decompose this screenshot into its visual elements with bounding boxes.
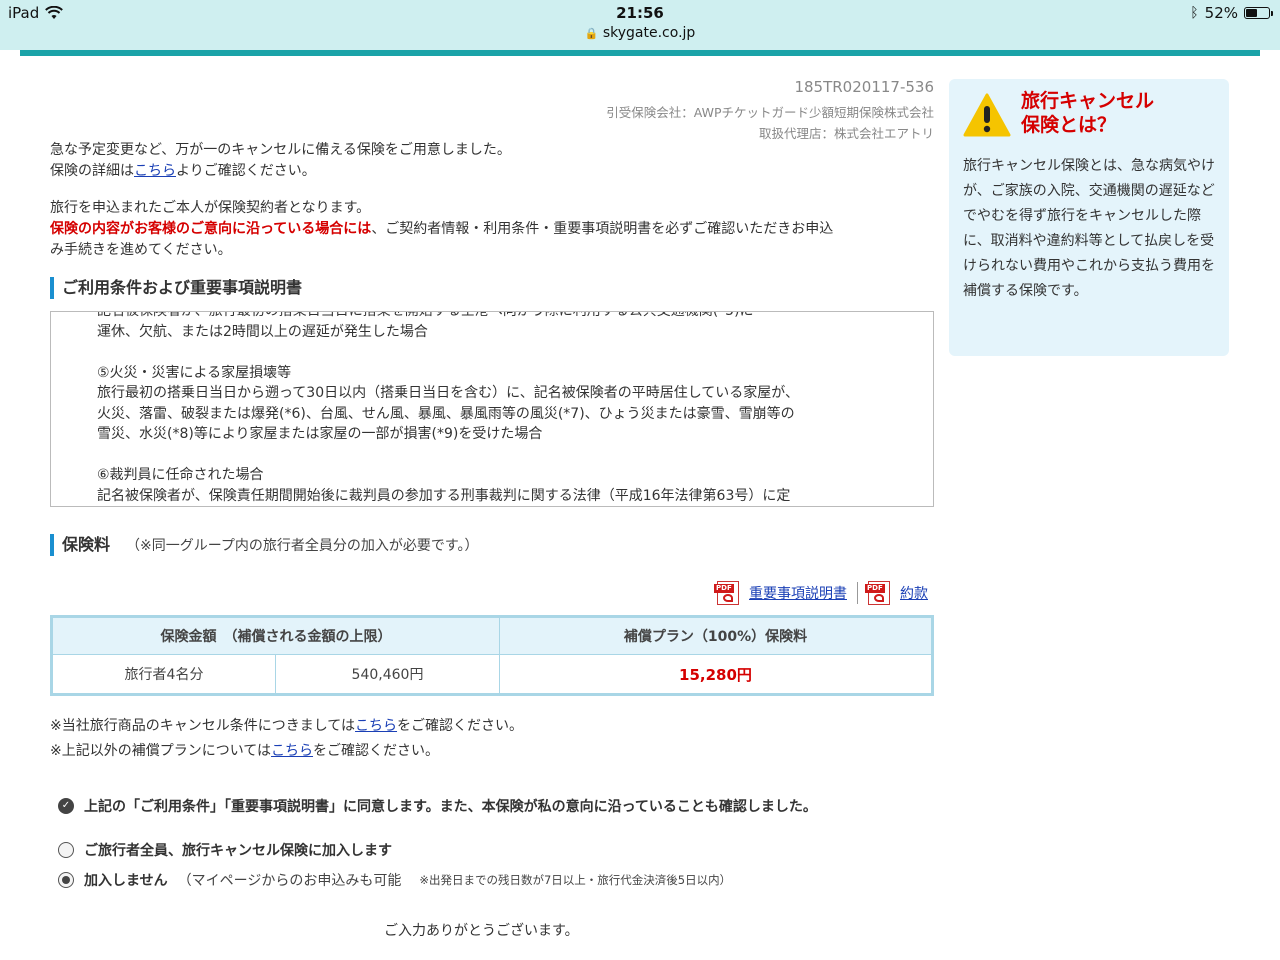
- pdf-links: PDF 重要事項説明書 PDF 約款: [714, 581, 928, 605]
- decline-sub: （マイページからのお申込みも可能: [177, 873, 402, 889]
- terms-line: 雪災、水災(*8)等により家屋または家屋の一部が損害(*9)を受けた場合: [97, 426, 543, 442]
- join-radio-row[interactable]: ご旅行者全員、旅行キャンセル保険に加入します: [58, 840, 392, 860]
- decline-condition: ※出発日までの残日数が7日以上・旅行代金決済後5日以内）: [419, 873, 732, 887]
- premium-section-title: 保険料 （※同一グループ内の旅行者全員分の加入が必要です。）: [50, 534, 479, 556]
- note-text: をご確認ください。: [397, 718, 524, 734]
- side-panel-title: 旅行キャンセル 保険とは？: [1021, 89, 1154, 137]
- link-separator: [857, 582, 858, 604]
- thanks-message: ご入力ありがとうございます。: [384, 923, 579, 939]
- intro-text: よりご確認ください。: [176, 163, 316, 179]
- note-text: ※上記以外の補償プランについては: [50, 743, 272, 759]
- intro-line-2: 保険の詳細はこちらよりご確認ください。: [50, 161, 316, 182]
- intro-text: 保険の詳細は: [50, 163, 134, 179]
- note-text: をご確認ください。: [313, 743, 440, 759]
- terms-text: 記名被保険者が、旅行最初の搭乗日当日に搭乗を開始する空港へ向かう際に利用する公共…: [97, 311, 917, 506]
- premium-table: 保険金額 （補償される金額の上限） 補償プラン（100%）保険料 旅行者4名分 …: [50, 615, 934, 696]
- check-icon[interactable]: ✓: [58, 798, 74, 814]
- agent-name: 取扱代理店：株式会社エアトリ: [758, 126, 934, 141]
- join-label: ご旅行者全員、旅行キャンセル保険に加入します: [84, 843, 392, 859]
- table-header-premium: 補償プラン（100%）保険料: [499, 616, 933, 655]
- side-title-line: 保険とは？: [1021, 114, 1117, 136]
- battery-icon: [1244, 7, 1273, 19]
- intro-line-5: み手続きを進めてください。: [50, 242, 232, 258]
- url-text: skygate.co.jp: [602, 25, 696, 41]
- terms-section-title: ご利用条件および重要事項説明書: [50, 277, 302, 299]
- terms-scroll-box[interactable]: 記名被保険者が、旅行最初の搭乗日当日に搭乗を開始する空港へ向かう際に利用する公共…: [50, 311, 934, 507]
- policy-pdf-link[interactable]: 約款: [900, 583, 928, 603]
- decline-label: 加入しません: [84, 873, 168, 889]
- other-plans-note: ※上記以外の補償プランについてはこちらをご確認ください。: [50, 741, 439, 762]
- agree-checkbox-row[interactable]: ✓ 上記の「ご利用条件」「重要事項説明書」に同意します。また、本保険が私の意向に…: [58, 796, 817, 816]
- warning-icon: [963, 93, 1011, 137]
- table-header-coverage: 保険金額 （補償される金額の上限）: [51, 616, 500, 655]
- terms-line: 記名被保険者が、保険責任期間開始後に裁判員の参加する刑事裁判に関する法律（平成1…: [97, 487, 791, 504]
- intro-line-3: 旅行を申込まれたご本人が保険契約者となります。: [50, 200, 371, 216]
- premium-amount-cell: 15,280円: [499, 654, 933, 695]
- header-accent-bar: [20, 50, 1260, 56]
- battery-percent: 52%: [1204, 4, 1238, 22]
- other-plans-link[interactable]: こちら: [271, 743, 313, 759]
- side-panel-body: 旅行キャンセル保険とは、急な病気やけが、ご家族の入院、交通機関の遅延などでやむを…: [963, 158, 1215, 299]
- details-link[interactable]: こちら: [134, 163, 176, 179]
- terms-line: ⑤火災・災害による家屋損壊等: [97, 364, 292, 381]
- terms-line: 記名被保険者が、旅行最初の搭乗日当日に搭乗を開始する空港へ向かう際に利用する公共…: [97, 311, 754, 319]
- intro-line-4: 保険の内容がお客様のご意向に沿っている場合には、ご契約者情報・利用条件・重要事項…: [50, 219, 934, 240]
- pdf-icon: PDF: [865, 581, 890, 605]
- status-right: ᛒ 52%: [1190, 4, 1273, 22]
- intro-warning: 保険の内容がお客様のご意向に沿っている場合には: [50, 221, 372, 237]
- travelers-cell: 旅行者4名分: [51, 654, 276, 695]
- cancel-conditions-link[interactable]: こちら: [355, 718, 397, 734]
- bluetooth-icon: ᛒ: [1190, 5, 1199, 21]
- join-radio[interactable]: [58, 842, 74, 858]
- note-text: ※当社旅行商品のキャンセル条件につきましては: [50, 718, 356, 734]
- status-bar: iPad 21:56 🔒 skygate.co.jp ᛒ 52%: [0, 0, 1280, 50]
- terms-blank-line: [97, 445, 917, 466]
- explanation-pdf-link[interactable]: 重要事項説明書: [749, 583, 847, 603]
- decline-radio-row[interactable]: 加入しません （マイページからのお申込みも可能 ※出発日までの残日数が7日以上・…: [58, 870, 731, 890]
- terms-line: 運休、欠航、または2時間以上の遅延が発生した場合: [97, 323, 428, 340]
- clock: 21:56: [616, 4, 664, 22]
- terms-blank-line: [97, 342, 917, 363]
- intro-text: 、ご契約者情報・利用条件・重要事項説明書を必ずご確認いただきお申込: [371, 221, 834, 237]
- decline-radio[interactable]: [58, 872, 74, 888]
- address-bar[interactable]: 🔒 skygate.co.jp: [0, 25, 1280, 41]
- premium-note: （※同一グループ内の旅行者全員分の加入が必要です。）: [126, 538, 479, 554]
- cancel-insurance-info-panel: 旅行キャンセル 保険とは？ 旅行キャンセル保険とは、急な病気やけが、ご家族の入院…: [949, 79, 1229, 356]
- terms-line: ⑥裁判員に任命された場合: [97, 467, 264, 483]
- cancel-conditions-note: ※当社旅行商品のキャンセル条件につきましてはこちらをご確認ください。: [50, 716, 523, 737]
- intro-line-1: 急な予定変更など、万が一のキャンセルに備える保険をご用意しました。: [50, 142, 511, 158]
- insurer-name: 引受保険会社：AWPチケットガード少額短期保険株式会社: [606, 105, 934, 120]
- reference-code: 185TR020117-536: [794, 78, 934, 96]
- coverage-amount-cell: 540,460円: [275, 654, 500, 695]
- premium-title: 保険料: [62, 535, 111, 554]
- terms-line: 火災、落雷、破裂または爆発(*6)、台風、せん風、暴風、暴風雨等の風災(*7)、…: [97, 405, 795, 422]
- table-header-row: 保険金額 （補償される金額の上限） 補償プラン（100%）保険料: [51, 616, 933, 655]
- pdf-icon: PDF: [714, 581, 739, 605]
- table-row: 旅行者4名分 540,460円 15,280円: [51, 654, 933, 695]
- agree-label: 上記の「ご利用条件」「重要事項説明書」に同意します。また、本保険が私の意向に沿っ…: [84, 799, 817, 815]
- side-title-line: 旅行キャンセル: [1021, 90, 1155, 112]
- lock-icon: 🔒: [584, 27, 599, 40]
- terms-line: 旅行最初の搭乗日当日から遡って30日以内（搭乗日当日を含む）に、記名被保険者の平…: [97, 385, 799, 401]
